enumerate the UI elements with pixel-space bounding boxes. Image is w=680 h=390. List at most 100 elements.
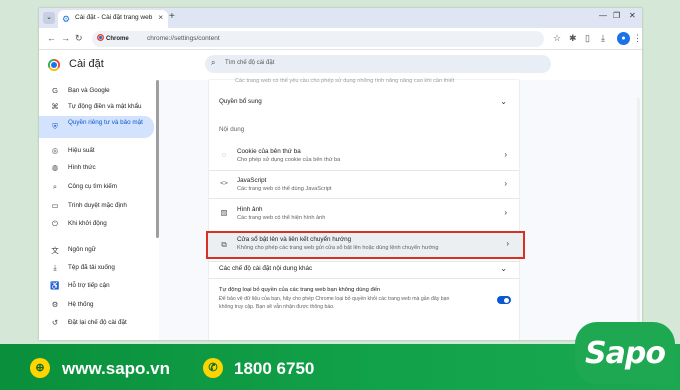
tab-settings[interactable]: ⚙ Cài đặt - Cài đặt trang web × (58, 10, 168, 28)
chrome-logo-icon (48, 59, 60, 71)
sidebar-item-label: Trình duyệt mặc định (68, 202, 127, 209)
popups-redirects-row[interactable]: ⧉ Cửa sổ bật lên và liên kết chuyển hướn… (206, 231, 525, 259)
sidebar-item-label: Hình thức (68, 164, 96, 171)
third-party-cookies-row[interactable]: ◌ Cookie của bên thứ ba Cho phép sử dụng… (209, 142, 519, 168)
sidebar-item-label: Ngôn ngữ (68, 246, 97, 253)
side-panel-icon[interactable]: ▯ (585, 33, 590, 44)
chrome-icon (97, 34, 104, 41)
chevron-right-icon: › (504, 179, 507, 188)
tab-close-button[interactable]: × (158, 13, 163, 22)
code-icon: <> (220, 180, 228, 187)
sidebar-item-accessibility[interactable]: ♿ Hỗ trợ tiếp cận (39, 279, 154, 293)
sidebar-item-label: Hỗ trợ tiếp cận (68, 282, 110, 289)
sidebar-item-label: Quyền riêng tư và bảo mật (68, 119, 143, 126)
performance-icon: ◎ (51, 146, 59, 155)
settings-search-input[interactable]: ⌕ Tìm chế độ cài đặt (205, 55, 551, 73)
chrome-chip-label: Chrome (106, 36, 129, 42)
row-title: JavaScript (237, 177, 267, 184)
extensions-icon[interactable]: ✱ (569, 33, 577, 44)
page-title: Cài đặt (69, 58, 104, 70)
sidebar-item-label: Công cụ tìm kiếm (68, 183, 117, 190)
search-icon: ⌕ (211, 58, 216, 67)
download-icon[interactable]: ⤓ (601, 33, 605, 44)
hotline-text: 1800 6750 (234, 359, 315, 378)
power-icon: ⏻ (52, 219, 58, 228)
reset-icon: ↺ (51, 318, 59, 327)
auto-remove-desc-2: không truy cập. Bạn sẽ vẫn nhận được thô… (219, 304, 335, 310)
wrench-icon: ⚙ (51, 300, 59, 309)
settings-header: Cài đặt ⌕ Tìm chế độ cài đặt (39, 50, 642, 80)
additional-permissions-label: Quyền bổ sung (219, 98, 262, 105)
row-subtitle: Các trang web có thể dùng JavaScript (237, 186, 332, 192)
open-in-new-icon: ⧉ (221, 240, 227, 249)
menu-icon[interactable]: ⋮ (633, 33, 642, 44)
main-scrollbar[interactable] (637, 98, 640, 338)
sidebar-item-label: Hiệu suất (68, 147, 95, 154)
sidebar-item-autofill[interactable]: ⌘ Tự động điền và mật khẩu (39, 100, 154, 114)
download-icon: ⤓ (53, 263, 57, 272)
site-info-chip[interactable]: Chrome (97, 34, 129, 44)
google-icon: G (52, 86, 58, 95)
browser-icon: ▭ (51, 201, 59, 210)
back-icon[interactable]: ← (47, 33, 56, 43)
auto-remove-toggle[interactable] (497, 296, 511, 304)
additional-permissions-row[interactable]: Quyền bổ sung ⌄ (209, 88, 519, 114)
sidebar-item-privacy[interactable]: ⛨ Quyền riêng tư và bảo mật (39, 116, 154, 138)
sidebar-item-you-and-google[interactable]: G Bạn và Google (39, 84, 154, 98)
sidebar-item-system[interactable]: ⚙ Hệ thống (39, 298, 154, 312)
auto-remove-desc-1: Để bảo vệ dữ liệu của bạn, hãy cho phép … (219, 296, 450, 302)
chevron-down-icon: ⌄ (500, 264, 507, 273)
phone-icon: ✆ (203, 358, 223, 378)
sidebar-item-on-startup[interactable]: ⏻ Khi khởi động (39, 217, 154, 231)
profile-avatar[interactable]: ● (617, 32, 630, 45)
url-text: chrome://settings/content (147, 35, 220, 42)
accessibility-icon: ♿ (50, 281, 60, 290)
forward-icon[interactable]: → (61, 33, 70, 43)
sidebar-item-appearance[interactable]: ◍ Hình thức (39, 161, 154, 175)
sidebar-item-label: Tự động điền và mật khẩu (68, 103, 142, 110)
close-icon[interactable]: ✕ (629, 11, 636, 20)
tab-title: Cài đặt - Cài đặt trang web (75, 14, 153, 21)
settings-card: Các trang web có thể yêu cầu cho phép sử… (209, 78, 519, 340)
tab-strip: ⌄ ⚙ Cài đặt - Cài đặt trang web × + — ❐ … (39, 8, 642, 28)
chevron-right-icon: › (504, 208, 507, 217)
sidebar-item-search-engine[interactable]: ⌕ Công cụ tìm kiếm (39, 180, 154, 194)
brand-text: Sapo (585, 336, 666, 371)
more-content-settings-row[interactable]: Các chế độ cài đặt nội dung khác ⌄ (209, 262, 519, 278)
tab-search-button[interactable]: ⌄ (43, 12, 55, 24)
sidebar-item-performance[interactable]: ◎ Hiệu suất (39, 144, 154, 158)
address-bar[interactable]: Chrome chrome://settings/content (92, 31, 544, 47)
row-title: Hình ảnh (237, 206, 263, 213)
globe-icon: ⊕ (30, 358, 50, 378)
palette-icon: ◍ (51, 163, 59, 172)
sidebar-item-label: Khi khởi động (68, 220, 107, 227)
toggle-knob (504, 297, 509, 303)
browser-window: ⌄ ⚙ Cài đặt - Cài đặt trang web × + — ❐ … (39, 8, 642, 340)
shield-icon: ⛨ (52, 122, 58, 131)
chevron-down-icon: ⌄ (500, 97, 507, 106)
chevron-right-icon: › (504, 150, 507, 159)
row-subtitle: Không cho phép các trang web gửi cửa sổ … (237, 245, 439, 251)
row-subtitle: Cho phép sử dụng cookie của bên thứ ba (237, 157, 341, 163)
image-icon: ▨ (220, 208, 228, 217)
cookie-icon: ◌ (221, 150, 227, 159)
key-icon: ⌘ (51, 102, 59, 111)
minimize-icon[interactable]: — (599, 11, 607, 20)
sidebar-item-reset[interactable]: ↺ Đặt lại chế độ cài đặt (39, 316, 154, 330)
search-placeholder: Tìm chế độ cài đặt (225, 60, 275, 66)
reload-icon[interactable]: ↻ (75, 33, 83, 44)
auto-remove-title: Tự động loại bỏ quyền của các trang web … (219, 287, 381, 293)
restore-icon[interactable]: ❐ (613, 11, 620, 20)
sidebar-item-default-browser[interactable]: ▭ Trình duyệt mặc định (39, 199, 154, 213)
new-tab-button[interactable]: + (169, 11, 175, 22)
chevron-right-icon: › (506, 239, 509, 248)
search-icon: ⌕ (52, 182, 58, 191)
sidebar-item-languages[interactable]: 文 Ngôn ngữ (39, 243, 154, 257)
images-row[interactable]: ▨ Hình ảnh Các trang web có thể hiện hìn… (209, 199, 519, 227)
bookmark-star-icon[interactable]: ☆ (553, 33, 561, 44)
sapo-logo: Sapo (575, 322, 675, 390)
javascript-row[interactable]: <> JavaScript Các trang web có thể dùng … (209, 171, 519, 197)
sidebar-item-downloads[interactable]: ⤓ Tệp đã tải xuống (39, 261, 154, 275)
row-title: Cookie của bên thứ ba (237, 148, 301, 155)
row-subtitle: Các trang web có thể hiện hình ảnh (237, 215, 326, 221)
